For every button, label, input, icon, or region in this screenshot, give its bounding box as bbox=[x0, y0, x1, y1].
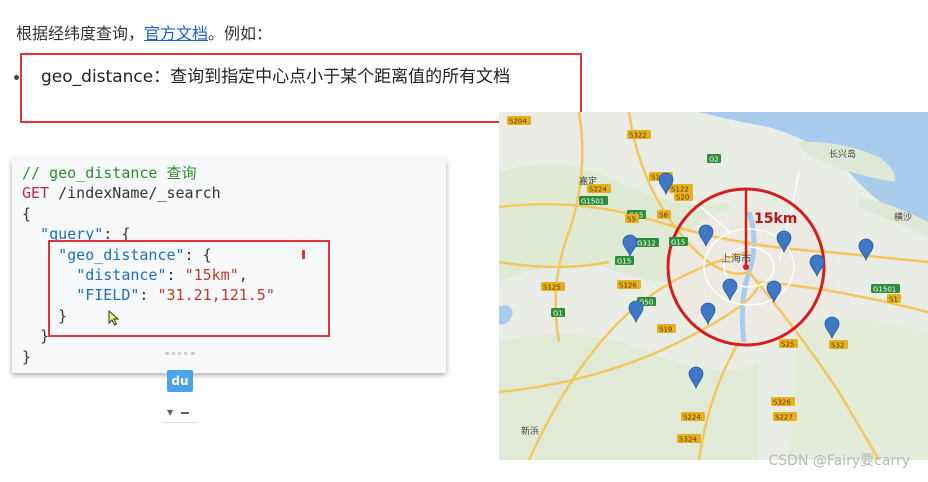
drag-handle-icon[interactable] bbox=[165, 352, 195, 355]
label-changxing: 长兴岛 bbox=[829, 148, 856, 160]
svg-text:S227: S227 bbox=[775, 414, 793, 422]
label-xinbin: 新浜 bbox=[521, 425, 539, 437]
bullet-dot-icon bbox=[14, 74, 19, 80]
toolbar-divider bbox=[163, 422, 197, 423]
road-badge: S204 bbox=[507, 116, 531, 126]
code-line-request: GET /indexName/_search bbox=[22, 184, 221, 203]
svg-text:S322: S322 bbox=[629, 132, 647, 140]
svg-text:G15: G15 bbox=[617, 258, 631, 266]
svg-text:S224: S224 bbox=[589, 186, 607, 194]
svg-text:S224: S224 bbox=[683, 414, 701, 422]
svg-text:S326: S326 bbox=[773, 399, 791, 407]
svg-text:G2: G2 bbox=[709, 156, 719, 164]
svg-text:S204: S204 bbox=[509, 118, 527, 126]
road-badge: G1501 bbox=[871, 284, 900, 294]
road-badge: S224 bbox=[681, 412, 705, 422]
dropdown-arrow-icon[interactable]: ▼ bbox=[167, 408, 173, 417]
map-image: 15km 上海市 长兴岛 横沙 嘉定 新浜 S204S106S122S322G2… bbox=[499, 112, 928, 460]
road-badge: S324 bbox=[677, 434, 701, 444]
road-badge: G15 bbox=[669, 237, 688, 247]
svg-text:G1501: G1501 bbox=[873, 286, 896, 294]
svg-text:S5: S5 bbox=[627, 216, 636, 224]
road-badge: S6 bbox=[657, 210, 671, 220]
svg-text:S19: S19 bbox=[659, 326, 672, 334]
intro-suffix: 。例如： bbox=[208, 24, 273, 43]
road-badge: S19 bbox=[657, 324, 676, 334]
road-badge: G2 bbox=[707, 154, 721, 164]
road-badge: G15 bbox=[615, 256, 634, 266]
road-badge: S322 bbox=[627, 130, 651, 140]
svg-text:S32: S32 bbox=[831, 342, 844, 350]
road-badge: S20 bbox=[674, 192, 693, 202]
label-hengsha: 横沙 bbox=[894, 211, 912, 223]
intro-prefix: 根据经纬度查询， bbox=[16, 24, 145, 43]
svg-text:G1501: G1501 bbox=[581, 198, 604, 206]
road-badge: S125 bbox=[541, 282, 565, 292]
code-line-close: } bbox=[22, 347, 32, 366]
code-line-comment: // geo_distance 查询 bbox=[22, 164, 197, 182]
road-badge: S126 bbox=[617, 280, 641, 290]
road-badge: S326 bbox=[771, 397, 795, 407]
intro-line: 根据经纬度查询，官方文档。例如： bbox=[16, 20, 272, 44]
svg-text:G312: G312 bbox=[637, 240, 656, 248]
road-badge: G1 bbox=[551, 308, 565, 318]
floating-toolbar[interactable]: du ▼ bbox=[163, 352, 197, 426]
road-badge: S25 bbox=[779, 339, 798, 349]
road-badge: S224 bbox=[587, 184, 611, 194]
svg-text:S20: S20 bbox=[676, 194, 689, 202]
svg-text:G15: G15 bbox=[671, 239, 685, 247]
road-badge: S32 bbox=[829, 340, 848, 350]
mouse-pointer-icon bbox=[108, 309, 120, 330]
radius-label: 15km bbox=[754, 211, 797, 227]
svg-text:S25: S25 bbox=[781, 341, 794, 349]
city-label: 上海市 bbox=[721, 252, 751, 265]
highlight-box-bullet bbox=[20, 53, 582, 123]
road-badge: G1501 bbox=[579, 196, 608, 206]
road-badge: S227 bbox=[773, 412, 797, 422]
road-badge: G312 bbox=[635, 238, 659, 248]
code-line-open: { bbox=[22, 204, 32, 223]
text-caret-mark bbox=[302, 250, 305, 259]
baidu-logo-icon[interactable]: du bbox=[167, 370, 193, 392]
svg-text:S324: S324 bbox=[679, 436, 697, 444]
svg-text:G1: G1 bbox=[553, 310, 563, 318]
road-badge: S1 bbox=[887, 294, 901, 304]
official-docs-link[interactable]: 官方文档 bbox=[144, 24, 208, 43]
minimize-icon[interactable] bbox=[181, 412, 189, 414]
highlight-box-code bbox=[48, 240, 330, 337]
svg-text:S6: S6 bbox=[659, 212, 668, 220]
road-badge: S5 bbox=[625, 214, 639, 224]
svg-text:S126: S126 bbox=[619, 282, 637, 290]
svg-text:S125: S125 bbox=[543, 284, 561, 292]
svg-text:S1: S1 bbox=[889, 296, 898, 304]
watermark: CSDN @Fairy要carry bbox=[768, 453, 910, 469]
